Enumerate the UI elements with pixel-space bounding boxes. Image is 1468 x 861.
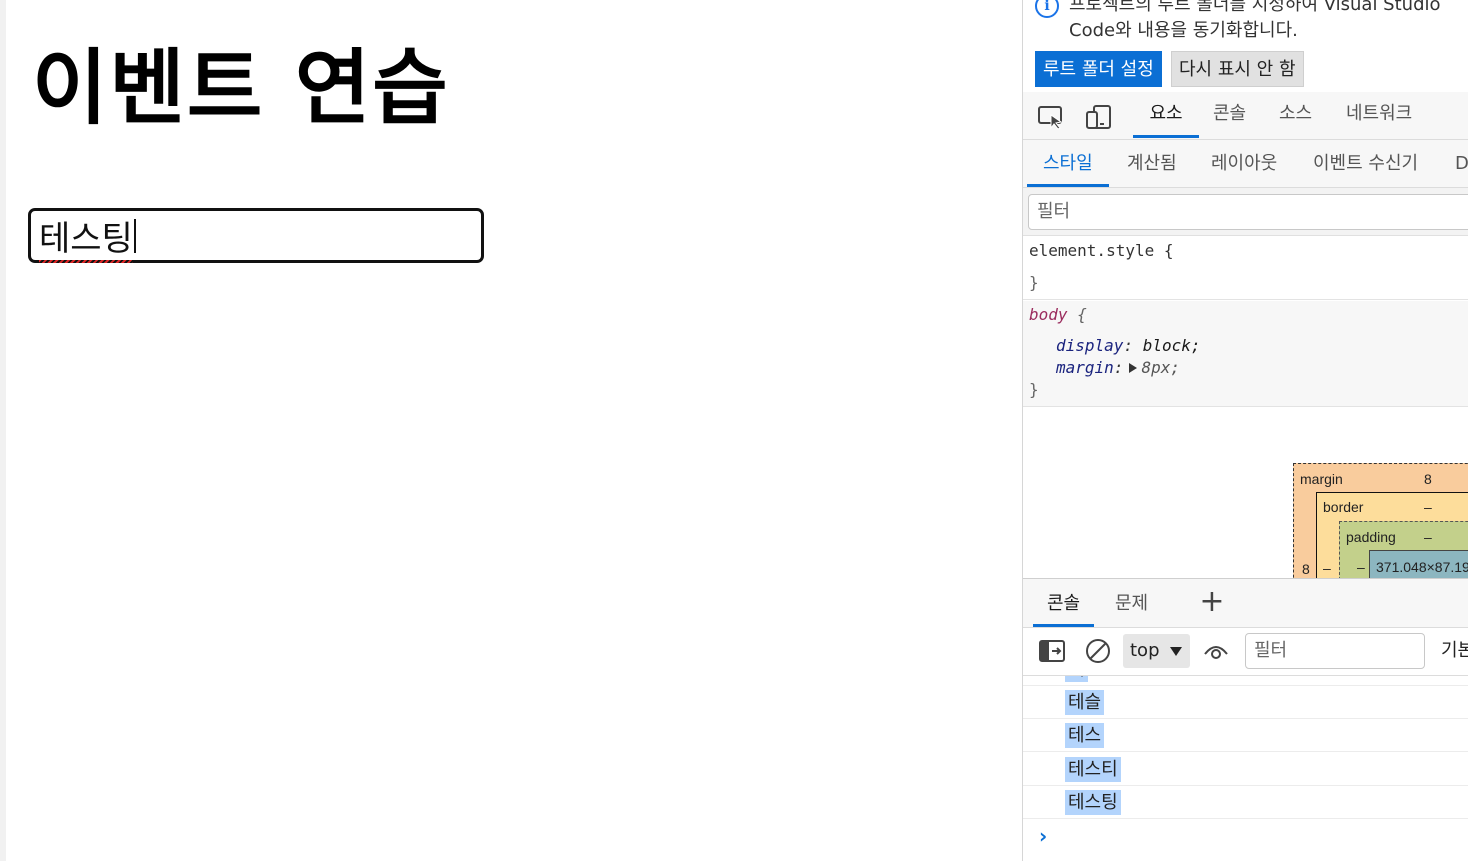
css-property-name: margin (1056, 358, 1114, 377)
console-filter-input[interactable]: 필터 (1245, 633, 1425, 669)
page-viewport: 이벤트 연습 테스팅 (0, 0, 1022, 861)
styles-filter-input[interactable]: 필터 (1028, 194, 1468, 230)
log-entry-text: 테스티 (1065, 757, 1121, 782)
tab-dom-breakpoints[interactable]: D (1439, 144, 1468, 187)
device-toolbar-icon[interactable] (1085, 104, 1113, 130)
tab-layout[interactable]: 레이아웃 (1195, 144, 1293, 187)
tab-sources[interactable]: 소스 (1271, 92, 1320, 138)
css-property-display[interactable]: display: block; (1056, 336, 1201, 355)
context-selector-value: top (1130, 640, 1160, 661)
padding-left-value[interactable]: – (1357, 559, 1365, 575)
log-entry-text: 테스 (1065, 723, 1105, 748)
devtools-main-toolbar: 요소 콘솔 소스 네트워크 (1023, 92, 1468, 140)
tab-styles[interactable]: 스타일 (1027, 144, 1109, 187)
inspect-element-icon[interactable] (1037, 104, 1065, 130)
console-prompt-icon[interactable]: › (1039, 824, 1047, 848)
styles-subtabs: 스타일 계산됨 레이아웃 이벤트 수신기 D (1023, 140, 1468, 188)
log-entry[interactable]: 테 (1023, 676, 1468, 686)
log-entry[interactable]: 테스팅 (1023, 786, 1468, 819)
border-left-value[interactable]: – (1323, 560, 1331, 576)
context-selector[interactable]: top (1123, 634, 1190, 668)
set-root-folder-button[interactable]: 루트 폴더 설정 (1035, 51, 1162, 87)
live-expression-eye-icon[interactable] (1203, 640, 1229, 662)
infobar: i 프로젝트의 루트 폴더를 지정하여 Visual Studio Code와 … (1023, 0, 1468, 92)
element-style-selector[interactable]: element.style { (1029, 241, 1174, 260)
css-property-name: display (1056, 336, 1124, 355)
devtools-panel: i 프로젝트의 루트 폴더를 지정하여 Visual Studio Code와 … (1022, 0, 1468, 861)
styles-filter-row: 필터 (1023, 188, 1468, 236)
tab-computed[interactable]: 계산됨 (1111, 144, 1193, 187)
console-toolbar: top 필터 기본 (1023, 628, 1468, 676)
drawer-tabbar: 콘솔 문제 + (1023, 578, 1468, 628)
margin-top-value[interactable]: 8 (1424, 471, 1432, 487)
body-close-brace: } (1029, 380, 1039, 399)
text-input-value: 테스팅 (39, 211, 133, 263)
tab-event-listeners[interactable]: 이벤트 수신기 (1297, 144, 1434, 187)
content-size: 371.048×87.19 (1376, 559, 1468, 575)
page-title: 이벤트 연습 (32, 41, 450, 136)
log-entry-text: 테 (1065, 676, 1088, 682)
tab-console[interactable]: 콘솔 (1205, 92, 1254, 138)
screen: 이벤트 연습 테스팅 i 프로젝트의 루트 폴더를 지정하여 Visual St… (0, 0, 1468, 861)
add-tab-button[interactable]: + (1199, 585, 1225, 621)
log-entry-text: 테슬 (1065, 690, 1105, 715)
css-property-value: 8px; (1141, 358, 1180, 377)
element-style-close: } (1029, 273, 1039, 292)
tab-network[interactable]: 네트워크 (1338, 92, 1420, 138)
text-caret (133, 218, 136, 253)
show-sidebar-icon[interactable] (1039, 640, 1065, 662)
body-style-rule: body { display: block; margin: 8px; } (1023, 301, 1468, 407)
text-input[interactable]: 테스팅 (28, 208, 484, 263)
chevron-down-icon (1170, 647, 1182, 656)
log-entry[interactable]: 테스티 (1023, 753, 1468, 786)
info-icon: i (1035, 0, 1059, 18)
log-entry-text: 테스팅 (1065, 790, 1121, 815)
clear-console-icon[interactable] (1085, 638, 1111, 664)
padding-top-value[interactable]: – (1424, 529, 1432, 545)
expand-triangle-icon[interactable] (1129, 363, 1138, 373)
infobar-message: 프로젝트의 루트 폴더를 지정하여 Visual Studio Code와 내용… (1069, 0, 1441, 41)
log-levels-dropdown[interactable]: 기본 (1441, 628, 1468, 674)
log-entry[interactable]: 테스 (1023, 719, 1468, 752)
box-model-area: margin 8 8 border – – padding – – 371.04… (1023, 408, 1468, 621)
padding-label: padding (1346, 529, 1396, 545)
console-log: 테 테슬 테스 테스티 테스팅 › (1023, 676, 1468, 861)
tab-elements[interactable]: 요소 (1133, 92, 1199, 138)
margin-left-value[interactable]: 8 (1302, 561, 1310, 577)
drawer-tab-console[interactable]: 콘솔 (1033, 585, 1095, 627)
css-property-value: block; (1142, 336, 1201, 355)
body-open-brace: { (1077, 305, 1087, 324)
border-top-value[interactable]: – (1424, 499, 1432, 515)
element-style-rule: element.style { } (1023, 236, 1468, 300)
border-label: border (1323, 499, 1364, 515)
body-selector[interactable]: body (1029, 305, 1068, 324)
margin-label: margin (1300, 471, 1343, 487)
log-entry[interactable]: 테슬 (1023, 686, 1468, 719)
drawer-tab-issues[interactable]: 문제 (1101, 585, 1162, 627)
dont-show-again-button[interactable]: 다시 표시 안 함 (1171, 51, 1304, 87)
css-property-margin[interactable]: margin: 8px; (1056, 358, 1180, 377)
